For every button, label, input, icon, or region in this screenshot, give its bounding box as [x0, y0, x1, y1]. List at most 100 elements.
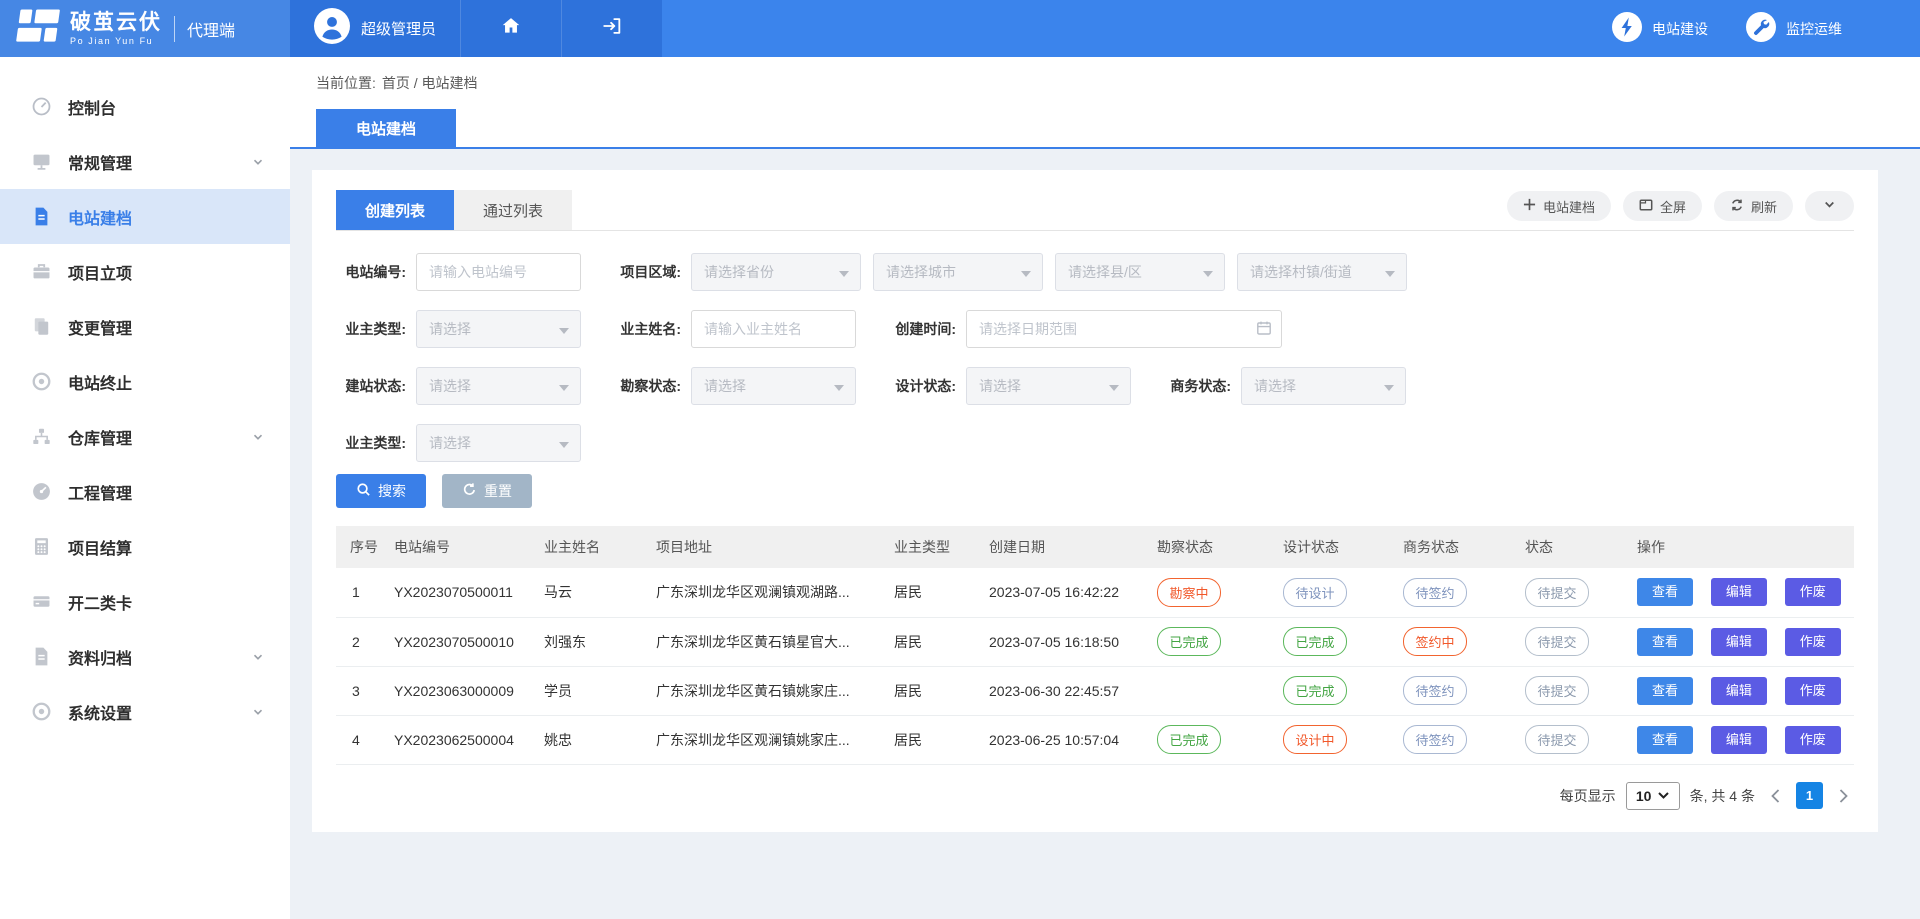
survey-status-select[interactable]: 请选择 — [691, 367, 856, 405]
cell-owner: 马云 — [536, 568, 648, 617]
copy-icon — [30, 316, 52, 337]
owner-type2-label: 业主类型: — [336, 433, 416, 453]
business-status-label: 商务状态: — [1161, 376, 1241, 396]
cell-code: YX2023062500004 — [386, 715, 536, 764]
caret-down-icon — [834, 378, 844, 394]
status-badge: 待提交 — [1525, 627, 1589, 656]
add-station-button[interactable]: 电站建档 — [1507, 191, 1611, 221]
search-icon — [356, 482, 371, 500]
survey-status-badge: 已完成 — [1157, 627, 1221, 656]
cell-owner-type: 居民 — [886, 617, 981, 666]
city-placeholder: 请选择城市 — [886, 262, 956, 282]
view-button[interactable]: 查看 — [1637, 726, 1693, 754]
cell-created: 2023-06-30 22:45:57 — [981, 666, 1149, 715]
view-button[interactable]: 查看 — [1637, 578, 1693, 606]
sidebar-item-change-mgmt[interactable]: 变更管理 — [0, 299, 290, 354]
cell-no: 3 — [336, 666, 386, 715]
nav-monitor-ops[interactable]: 监控运维 — [1746, 12, 1842, 45]
sidebar-item-label: 电站建档 — [68, 205, 132, 229]
tab-station-archive[interactable]: 电站建档 — [316, 109, 456, 147]
tab-passed-list[interactable]: 通过列表 — [454, 190, 572, 230]
next-page-button[interactable] — [1833, 789, 1854, 803]
owner-type2-select[interactable]: 请选择 — [416, 424, 581, 462]
design-status-select[interactable]: 请选择 — [966, 367, 1131, 405]
sidebar-item-project-approval[interactable]: 项目立项 — [0, 244, 290, 299]
province-placeholder: 请选择省份 — [704, 262, 774, 282]
business-status-badge: 待签约 — [1403, 578, 1467, 607]
header-middle: 超级管理员 — [290, 0, 662, 57]
edit-button[interactable]: 编辑 — [1711, 726, 1767, 754]
void-button[interactable]: 作废 — [1785, 726, 1841, 754]
owner-name-input[interactable] — [691, 310, 856, 348]
edit-button[interactable]: 编辑 — [1711, 578, 1767, 606]
county-select[interactable]: 请选择县/区 — [1055, 253, 1225, 291]
sidebar-item-station-archive[interactable]: 电站建档 — [0, 189, 290, 244]
collapse-toolbar-button[interactable] — [1805, 191, 1854, 221]
breadcrumb-path[interactable]: 首页 / 电站建档 — [382, 73, 478, 93]
logout-button[interactable] — [561, 0, 662, 57]
sidebar-item-label: 系统设置 — [68, 700, 132, 724]
void-button[interactable]: 作废 — [1785, 578, 1841, 606]
cell-no: 4 — [336, 715, 386, 764]
col-owner: 业主姓名 — [536, 526, 648, 568]
lightning-icon — [1612, 12, 1642, 45]
search-button[interactable]: 搜索 — [336, 474, 426, 508]
caret-down-icon — [559, 435, 569, 451]
view-button[interactable]: 查看 — [1637, 628, 1693, 656]
briefcase-icon — [30, 261, 52, 282]
void-button[interactable]: 作废 — [1785, 677, 1841, 705]
per-page-select[interactable]: 10 — [1626, 782, 1680, 810]
refresh-button[interactable]: 刷新 — [1714, 191, 1793, 221]
view-button[interactable]: 查看 — [1637, 677, 1693, 705]
cell-owner: 刘强东 — [536, 617, 648, 666]
prev-page-button[interactable] — [1765, 789, 1786, 803]
tab-create-list[interactable]: 创建列表 — [336, 190, 454, 230]
page-number-button[interactable]: 1 — [1796, 782, 1823, 809]
col-code: 电站编号 — [386, 526, 536, 568]
reset-button[interactable]: 重置 — [442, 474, 532, 508]
sidebar-item-system-settings[interactable]: 系统设置 — [0, 684, 290, 739]
home-button[interactable] — [460, 0, 561, 57]
user-menu[interactable]: 超级管理员 — [290, 0, 460, 57]
col-survey: 勘察状态 — [1149, 526, 1275, 568]
village-select[interactable]: 请选择村镇/街道 — [1237, 253, 1407, 291]
sidebar-item-engineering[interactable]: 工程管理 — [0, 464, 290, 519]
sidebar-item-type2-card[interactable]: 开二类卡 — [0, 574, 290, 629]
sidebar-item-settlement[interactable]: 项目结算 — [0, 519, 290, 574]
sidebar-item-label: 控制台 — [68, 95, 116, 119]
region-label: 项目区域: — [611, 262, 691, 282]
sidebar-item-warehouse[interactable]: 仓库管理 — [0, 409, 290, 464]
table-row: 2 YX2023070500010 刘强东 广东深圳龙华区黄石镇星官大... 居… — [336, 617, 1854, 666]
owner-type-select[interactable]: 请选择 — [416, 310, 581, 348]
build-status-select[interactable]: 请选择 — [416, 367, 581, 405]
survey-status-label: 勘察状态: — [611, 376, 691, 396]
edit-button[interactable]: 编辑 — [1711, 677, 1767, 705]
caret-down-icon — [1385, 264, 1395, 280]
business-status-placeholder: 请选择 — [1254, 376, 1296, 396]
void-button[interactable]: 作废 — [1785, 628, 1841, 656]
station-code-input[interactable] — [416, 253, 581, 291]
province-select[interactable]: 请选择省份 — [691, 253, 861, 291]
archive-doc-icon — [30, 646, 52, 667]
sidebar-item-label: 仓库管理 — [68, 425, 132, 449]
sidebar-item-data-archive[interactable]: 资料归档 — [0, 629, 290, 684]
build-status-label: 建站状态: — [336, 376, 416, 396]
cell-no: 2 — [336, 617, 386, 666]
reset-icon — [462, 482, 477, 500]
fullscreen-button[interactable]: 全屏 — [1623, 191, 1702, 221]
logo-icon — [16, 9, 60, 48]
sidebar-item-general-mgmt[interactable]: 常规管理 — [0, 134, 290, 189]
business-status-select[interactable]: 请选择 — [1241, 367, 1406, 405]
sidebar-item-station-terminate[interactable]: 电站终止 — [0, 354, 290, 409]
cell-address: 广东深圳龙华区黄石镇星官大... — [648, 617, 886, 666]
nav-station-build-label: 电站建设 — [1652, 19, 1708, 39]
nav-station-build[interactable]: 电站建设 — [1612, 12, 1708, 45]
edit-button[interactable]: 编辑 — [1711, 628, 1767, 656]
cell-no: 1 — [336, 568, 386, 617]
city-select[interactable]: 请选择城市 — [873, 253, 1043, 291]
date-range-input[interactable] — [966, 310, 1282, 348]
table-row: 3 YX2023063000009 学员 广东深圳龙华区黄石镇姚家庄... 居民… — [336, 666, 1854, 715]
design-status-badge: 已完成 — [1283, 627, 1347, 656]
header-right: 电站建设 监控运维 — [662, 0, 1920, 57]
sidebar-item-console[interactable]: 控制台 — [0, 79, 290, 134]
